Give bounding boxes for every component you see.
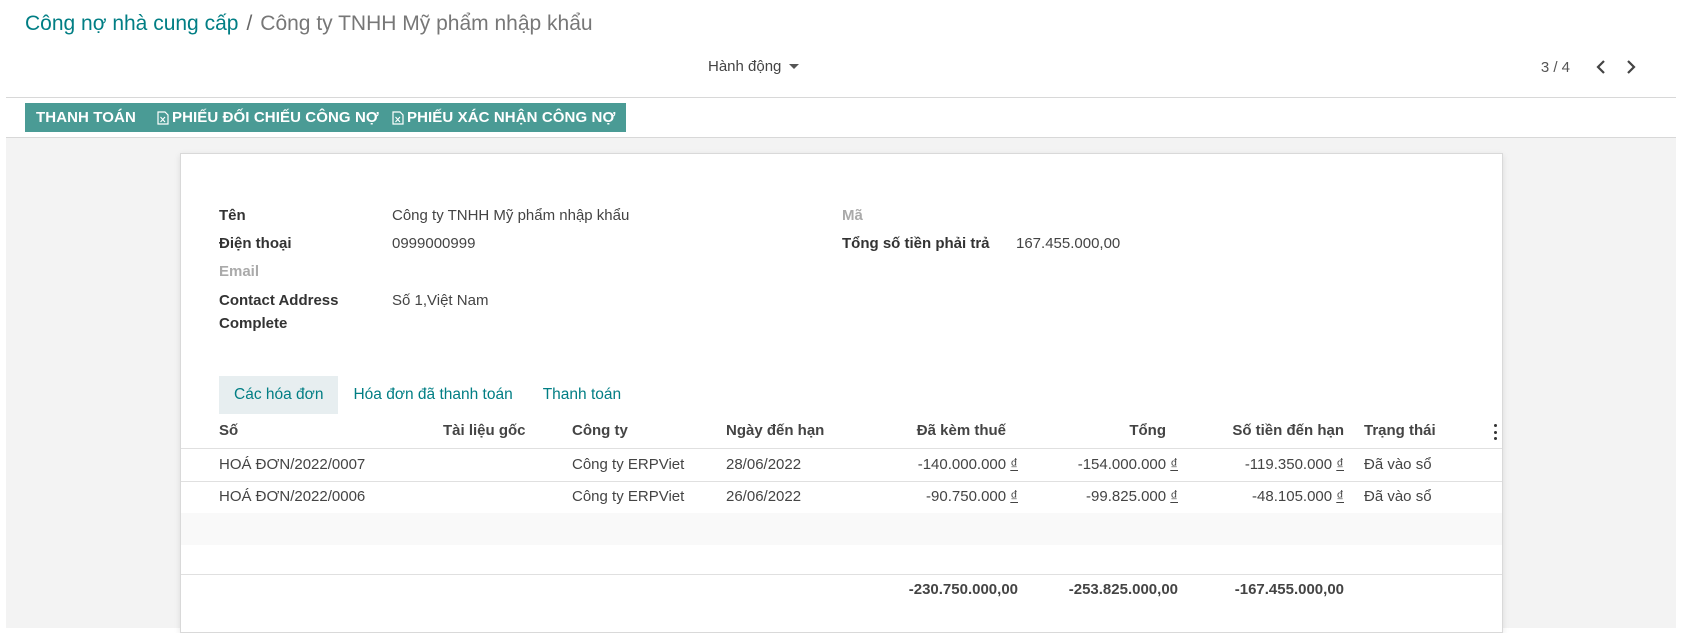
currency-symbol: ₫ bbox=[1170, 488, 1178, 505]
phone-label: Điện thoại bbox=[219, 235, 292, 252]
breadcrumb-parent-link[interactable]: Công nợ nhà cung cấp bbox=[25, 12, 238, 36]
cell-company: Công ty ERPViet bbox=[572, 488, 685, 505]
tab-invoices[interactable]: Các hóa đơn bbox=[219, 376, 339, 414]
cell-amount-due-value: -119.350.000 bbox=[1244, 456, 1333, 473]
divider bbox=[181, 574, 1502, 575]
total-amount-due: -167.455.000,00 bbox=[1234, 581, 1344, 598]
confirm-report-button[interactable]: PHIẾU XÁC NHẬN CÔNG NỢ bbox=[381, 103, 627, 132]
column-header-due-date[interactable]: Ngày đến hạn bbox=[726, 422, 824, 439]
email-label: Email bbox=[219, 263, 260, 280]
address-label-line1: Contact Address bbox=[219, 292, 339, 309]
chevron-right-icon[interactable] bbox=[1620, 56, 1642, 78]
column-header-company[interactable]: Công ty bbox=[572, 422, 628, 439]
cell-tax-included-value: -90.750.000 bbox=[926, 488, 1007, 505]
currency-symbol: ₫ bbox=[1336, 488, 1344, 505]
currency-symbol: ₫ bbox=[1010, 456, 1018, 473]
pager-value[interactable]: 3 / 4 bbox=[1541, 59, 1570, 76]
cell-company: Công ty ERPViet bbox=[572, 456, 685, 473]
tab-payments[interactable]: Thanh toán bbox=[528, 376, 636, 414]
breadcrumb-separator: / bbox=[246, 12, 253, 35]
cell-total-value: -154.000.000 bbox=[1077, 456, 1167, 473]
cell-number: HOÁ ĐƠN/2022/0007 bbox=[219, 456, 366, 473]
kebab-vertical-icon[interactable] bbox=[1492, 424, 1498, 440]
chevron-left-icon[interactable] bbox=[1590, 56, 1612, 78]
cell-tax-included-value: -140.000.000 bbox=[917, 456, 1007, 473]
total-due-label: Tổng số tiền phải trả bbox=[842, 235, 990, 252]
button-bar: THANH TOÁN PHIẾU ĐỐI CHIẾU CÔNG NỢ PHIẾU… bbox=[0, 98, 1682, 138]
table-row[interactable]: HOÁ ĐƠN/2022/0006 Công ty ERPViet 26/06/… bbox=[181, 481, 1502, 513]
code-label: Mã bbox=[842, 207, 863, 224]
action-menu-button[interactable]: Hành động bbox=[708, 58, 800, 75]
currency-symbol: ₫ bbox=[1170, 456, 1178, 473]
cell-tax-included: -140.000.000 ₫ bbox=[906, 456, 1018, 473]
cell-amount-due: -48.105.000 ₫ bbox=[1181, 488, 1344, 505]
total-tax-included: -230.750.000,00 bbox=[908, 581, 1018, 598]
cell-tax-included: -90.750.000 ₫ bbox=[906, 488, 1018, 505]
cell-status: Đã vào sổ bbox=[1364, 488, 1432, 505]
file-excel-icon bbox=[157, 110, 169, 125]
total-due-value[interactable]: 167.455.000,00 bbox=[1016, 235, 1120, 252]
table-row[interactable]: HOÁ ĐƠN/2022/0007 Công ty ERPViet 28/06/… bbox=[181, 449, 1502, 481]
column-header-amount-due[interactable]: Số tiền đến hạn bbox=[1181, 422, 1344, 439]
column-header-number[interactable]: Số bbox=[219, 422, 238, 439]
cell-due-date: 28/06/2022 bbox=[726, 456, 802, 473]
action-menu-label: Hành động bbox=[708, 58, 782, 75]
column-header-source[interactable]: Tài liệu gốc bbox=[443, 422, 526, 439]
control-panel: Công nợ nhà cung cấp / Công ty TNHH Mỹ p… bbox=[0, 0, 1682, 140]
address-label-line2: Complete bbox=[219, 315, 288, 332]
phone-value[interactable]: 0999000999 bbox=[392, 235, 475, 252]
tab-paid-invoices[interactable]: Hóa đơn đã thanh toán bbox=[338, 376, 527, 414]
currency-symbol: ₫ bbox=[1336, 456, 1344, 473]
name-label: Tên bbox=[219, 207, 246, 224]
cell-status: Đã vào sổ bbox=[1364, 456, 1432, 473]
column-header-tax-included[interactable]: Đã kèm thuế bbox=[906, 422, 1006, 439]
address-value[interactable]: Số 1,Việt Nam bbox=[392, 292, 488, 309]
file-excel-icon bbox=[392, 110, 404, 125]
cell-total: -99.825.000 ₫ bbox=[1066, 488, 1178, 505]
total-total: -253.825.000,00 bbox=[1068, 581, 1178, 598]
cell-due-date: 26/06/2022 bbox=[726, 488, 802, 505]
breadcrumb: Công nợ nhà cung cấp / Công ty TNHH Mỹ p… bbox=[25, 12, 593, 36]
cell-number: HOÁ ĐƠN/2022/0006 bbox=[219, 488, 366, 505]
reconcile-report-button[interactable]: PHIẾU ĐỐI CHIẾU CÔNG NỢ bbox=[146, 103, 390, 132]
reconcile-report-button-label: PHIẾU ĐỐI CHIẾU CÔNG NỢ bbox=[172, 109, 379, 126]
breadcrumb-current: Công ty TNHH Mỹ phẩm nhập khẩu bbox=[260, 12, 593, 35]
empty-row bbox=[181, 513, 1502, 545]
cell-total-value: -99.825.000 bbox=[1086, 488, 1167, 505]
form-sheet: Tên Công ty TNHH Mỹ phẩm nhập khẩu Điện … bbox=[180, 153, 1503, 633]
cell-total: -154.000.000 ₫ bbox=[1066, 456, 1178, 473]
confirm-report-button-label: PHIẾU XÁC NHẬN CÔNG NỢ bbox=[407, 109, 616, 126]
cell-amount-due-value: -48.105.000 bbox=[1252, 488, 1333, 505]
name-value[interactable]: Công ty TNHH Mỹ phẩm nhập khẩu bbox=[392, 207, 629, 224]
pager: 3 / 4 bbox=[1541, 56, 1642, 78]
column-header-status[interactable]: Trạng thái bbox=[1364, 422, 1436, 439]
pay-button[interactable]: THANH TOÁN bbox=[25, 103, 147, 132]
column-header-total[interactable]: Tổng bbox=[1066, 422, 1166, 439]
cell-amount-due: -119.350.000 ₫ bbox=[1181, 456, 1344, 473]
notebook-tabs: Các hóa đơn Hóa đơn đã thanh toán Thanh … bbox=[219, 376, 636, 414]
pay-button-label: THANH TOÁN bbox=[36, 109, 136, 126]
caret-down-icon bbox=[789, 64, 800, 69]
currency-symbol: ₫ bbox=[1010, 488, 1018, 505]
